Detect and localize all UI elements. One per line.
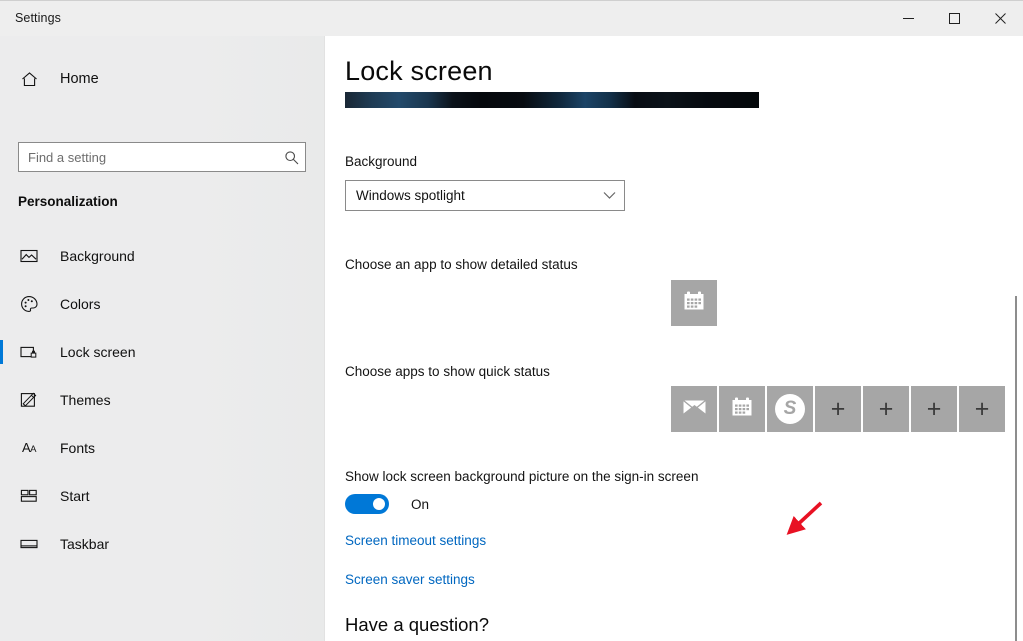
minimize-button[interactable] (885, 1, 931, 36)
calendar-icon (729, 394, 755, 425)
sidebar-item-label: Background (60, 248, 135, 264)
quick-status-tile-skype[interactable]: S (767, 386, 813, 432)
sidebar-item-colors[interactable]: Colors (0, 280, 325, 328)
annotation-arrow-icon (778, 498, 838, 542)
quick-status-label: Choose apps to show quick status (345, 364, 550, 379)
window-controls (885, 1, 1023, 36)
sidebar-item-themes[interactable]: Themes (0, 376, 325, 424)
sidebar: Home Personalization (0, 36, 325, 641)
themes-icon (18, 389, 40, 411)
toggle-state-label: On (411, 497, 429, 512)
search-box[interactable] (18, 142, 306, 172)
lock-screen-preview-image (345, 92, 759, 108)
screen-saver-settings-link[interactable]: Screen saver settings (345, 572, 475, 587)
home-icon (18, 68, 40, 90)
page-title: Lock screen (345, 56, 493, 87)
chevron-down-icon (594, 191, 624, 200)
palette-icon (18, 293, 40, 315)
sidebar-item-home[interactable]: Home (0, 60, 325, 98)
search-icon[interactable] (277, 150, 305, 165)
quick-status-tiles: S + + + + (671, 386, 1005, 432)
sidebar-item-label: Start (60, 488, 90, 504)
selection-accent-bar (0, 340, 3, 364)
quick-status-tile-empty-1[interactable]: + (815, 386, 861, 432)
content-scrollbar[interactable] (1009, 36, 1023, 641)
background-label: Background (345, 154, 417, 169)
taskbar-icon (18, 533, 40, 555)
detailed-status-tile[interactable] (671, 280, 717, 326)
maximize-button[interactable] (931, 1, 977, 36)
screen-timeout-settings-link[interactable]: Screen timeout settings (345, 533, 486, 548)
window-title: Settings (15, 11, 61, 25)
plus-icon: + (927, 397, 942, 422)
calendar-icon (681, 288, 707, 319)
help-heading: Have a question? (345, 614, 489, 636)
quick-status-tile-mail[interactable] (671, 386, 717, 432)
start-icon (18, 485, 40, 507)
sidebar-item-taskbar[interactable]: Taskbar (0, 520, 325, 568)
sidebar-item-label: Taskbar (60, 536, 109, 552)
show-picture-label: Show lock screen background picture on t… (345, 469, 698, 484)
quick-status-tile-calendar[interactable] (719, 386, 765, 432)
sidebar-home-label: Home (60, 71, 99, 87)
selection-accent-bar (0, 292, 3, 316)
selection-accent-bar (0, 436, 3, 460)
selection-accent-bar (0, 388, 3, 412)
sidebar-nav: Background Colors (0, 232, 325, 568)
detailed-status-label: Choose an app to show detailed status (345, 257, 578, 272)
selection-accent-bar (0, 532, 3, 556)
picture-icon (18, 245, 40, 267)
show-picture-toggle[interactable] (345, 494, 389, 514)
sidebar-item-label: Colors (60, 296, 100, 312)
lock-screen-icon (18, 341, 40, 363)
background-dropdown[interactable]: Windows spotlight (345, 180, 625, 211)
main-content: Lock screen Background Windows spotlight… (326, 36, 1023, 641)
sidebar-item-lock-screen[interactable]: Lock screen (0, 328, 325, 376)
background-dropdown-value: Windows spotlight (346, 188, 465, 203)
scrollbar-thumb[interactable] (1015, 296, 1017, 641)
sidebar-item-label: Lock screen (60, 344, 135, 360)
close-button[interactable] (977, 1, 1023, 36)
title-bar: Settings (0, 0, 1023, 36)
quick-status-tile-empty-4[interactable]: + (959, 386, 1005, 432)
search-input[interactable] (19, 144, 277, 170)
show-picture-toggle-row: On (345, 494, 429, 514)
selection-accent-bar (0, 244, 3, 268)
plus-icon: + (831, 397, 846, 422)
quick-status-tile-empty-3[interactable]: + (911, 386, 957, 432)
quick-status-tile-empty-2[interactable]: + (863, 386, 909, 432)
sidebar-item-label: Fonts (60, 440, 95, 456)
selection-accent-bar (0, 484, 3, 508)
toggle-knob (373, 498, 385, 510)
plus-icon: + (975, 397, 990, 422)
settings-window: Settings Home (0, 0, 1023, 641)
mail-icon (681, 393, 708, 425)
fonts-icon: AA (18, 437, 40, 459)
sidebar-item-label: Themes (60, 392, 111, 408)
sidebar-item-background[interactable]: Background (0, 232, 325, 280)
skype-icon: S (775, 394, 805, 424)
sidebar-item-fonts[interactable]: AA Fonts (0, 424, 325, 472)
sidebar-section-title: Personalization (18, 194, 118, 209)
sidebar-item-start[interactable]: Start (0, 472, 325, 520)
plus-icon: + (879, 397, 894, 422)
